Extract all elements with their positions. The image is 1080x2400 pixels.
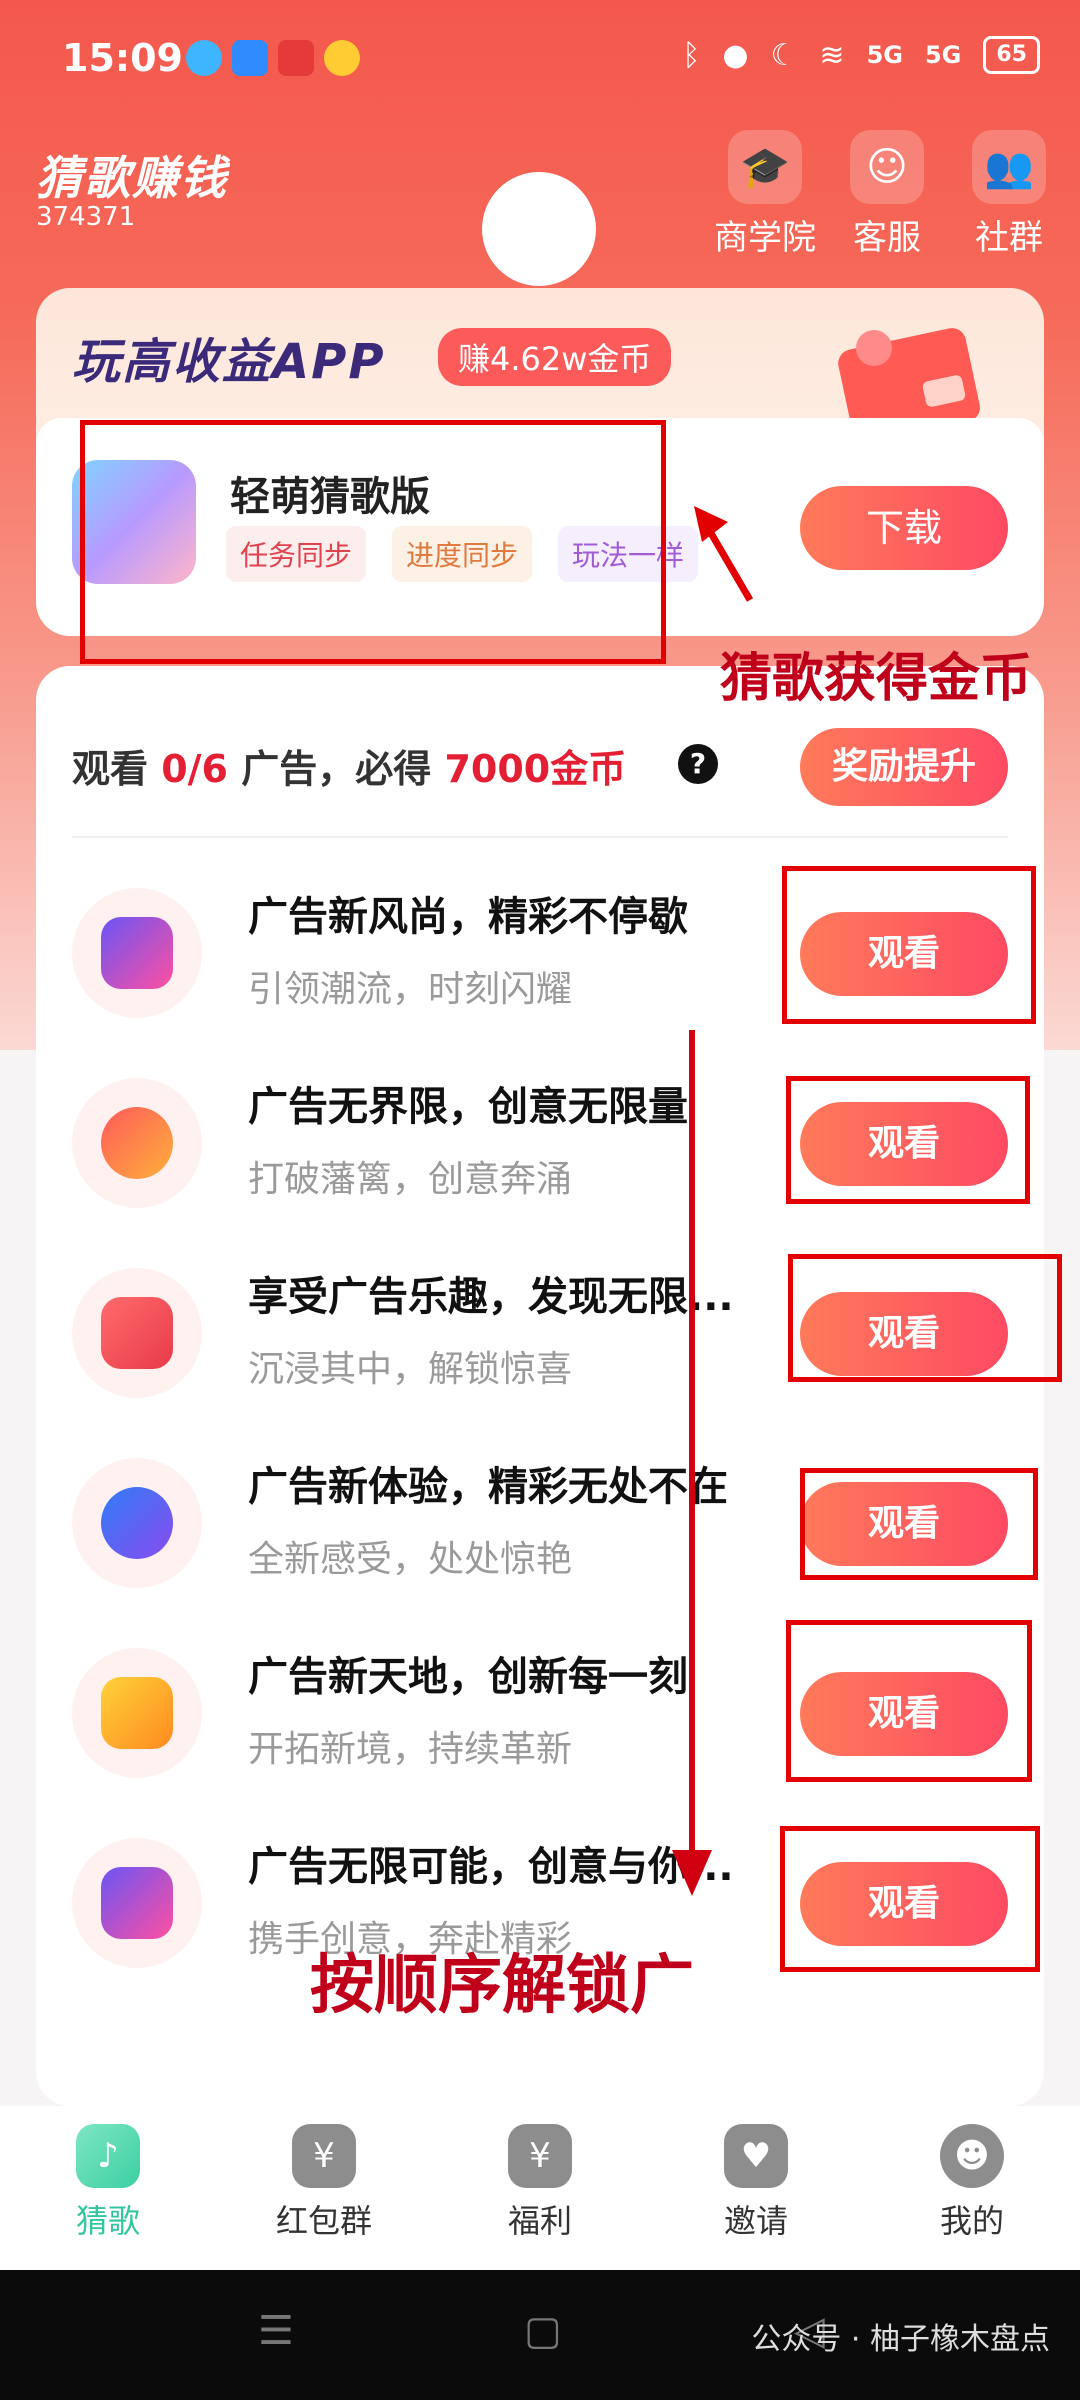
user-id: 374371: [36, 202, 136, 232]
status-bar: 15:09 ᛒ ● ☾ ≋ 5G 5G 65: [0, 0, 1080, 120]
annotation-arrow-promo: [694, 506, 754, 602]
task-reward: 7000金币: [444, 747, 627, 791]
academy-label: 商学院: [714, 218, 816, 258]
annotation-text-order: 按顺序解锁广: [310, 1949, 694, 2023]
help-icon[interactable]: ?: [678, 744, 718, 784]
money-bag-icon: ¥: [508, 2124, 572, 2188]
task-header: 观看 0/6 广告，必得 7000金币: [72, 738, 626, 793]
ad-task-title: 享受广告乐趣，发现无限...: [248, 1274, 734, 1320]
nav-item-invite[interactable]: ♥ 邀请: [648, 2106, 864, 2270]
ad-icon-wrap: [72, 1078, 202, 1208]
community-label: 社群: [975, 218, 1043, 258]
app-title: 猜歌赚钱: [36, 151, 228, 205]
play-icon: [101, 917, 173, 989]
community-button[interactable]: 👥 社群: [944, 130, 1074, 259]
ad-task-subtitle: 开拓新境，持续革新: [248, 1729, 573, 1770]
chart-icon: [101, 1677, 173, 1749]
profile-icon: ☻: [940, 2124, 1004, 2188]
signal-icon-2: 5G: [924, 41, 962, 69]
ad-icon-wrap: [72, 1838, 202, 1968]
annotation-box-watch: [782, 866, 1036, 1024]
ad-task-subtitle: 沉浸其中，解锁惊喜: [248, 1349, 573, 1390]
music-note-icon: ♪: [76, 2124, 140, 2188]
notification-icon-2: [232, 40, 268, 76]
system-nav-bar: ☰ ▢ ◁ 公众号 · 柚子橡木盘点: [0, 2270, 1080, 2400]
annotation-text-promo: 猜歌获得金币: [720, 649, 1033, 709]
home-key-icon[interactable]: ▢: [524, 2308, 562, 2354]
ad-icon-wrap: [72, 888, 202, 1018]
annotation-box-watch: [786, 1076, 1030, 1204]
bluetooth-icon: ᛒ: [682, 37, 701, 73]
menu-key-icon[interactable]: ☰: [258, 2308, 294, 2354]
avatar[interactable]: [482, 172, 596, 286]
ad-task-title: 广告无界限，创意无限量: [248, 1084, 688, 1130]
wifi-icon: ≋: [819, 37, 845, 73]
nav-label: 福利: [507, 2202, 572, 2240]
support-button[interactable]: ☺ 客服: [822, 130, 952, 259]
annotation-box-watch: [800, 1468, 1038, 1580]
lightning-icon: [101, 1107, 173, 1179]
invite-icon: ♥: [724, 2124, 788, 2188]
status-time: 15:09: [62, 36, 183, 80]
support-label: 客服: [853, 218, 921, 258]
download-button[interactable]: 下载: [800, 486, 1008, 570]
watermark-label: 公众号 · 柚子橡木盘点: [751, 2322, 1050, 2357]
bottom-nav: ♪ 猜歌 ¥ 红包群 ¥ 福利 ♥ 邀请 ☻ 我的: [0, 2106, 1080, 2270]
battery-indicator: 65: [983, 36, 1040, 74]
ad-task-title: 广告新体验，精彩无处不在: [248, 1464, 728, 1510]
annotation-box-watch: [786, 1620, 1032, 1782]
divider: [72, 836, 1008, 838]
signal-icon-1: 5G: [866, 41, 903, 69]
weibo-icon: [324, 40, 360, 76]
nav-label: 猜歌: [75, 2202, 140, 2240]
community-icon: 👥: [972, 130, 1046, 204]
nav-label: 邀请: [723, 2202, 788, 2240]
task-header-mid: 广告，必得: [228, 747, 445, 791]
ad-icon-wrap: [72, 1458, 202, 1588]
location-icon: ●: [722, 37, 749, 73]
support-icon: ☺: [850, 130, 924, 204]
notification-icon-1: [186, 40, 222, 76]
notification-icon-3: [278, 40, 314, 76]
promo-badge: 赚4.62w金币: [438, 328, 672, 386]
academy-button[interactable]: 🎓 商学院: [700, 130, 830, 259]
play-icon: [101, 1867, 173, 1939]
nav-item-welfare[interactable]: ¥ 福利: [432, 2106, 648, 2270]
annotation-box-watch: [788, 1254, 1062, 1382]
annotation-arrow-down: [672, 1030, 712, 1896]
ad-task-title: 广告新风尚，精彩不停歇: [248, 894, 688, 940]
ad-icon-wrap: [72, 1648, 202, 1778]
video-chat-icon: [101, 1297, 173, 1369]
ad-task-subtitle: 打破藩篱，创意奔涌: [248, 1159, 573, 1200]
moon-icon: ☾: [770, 37, 798, 73]
ad-task-title: 广告无限可能，创意与你...: [248, 1844, 734, 1890]
nav-item-guess-song[interactable]: ♪ 猜歌: [0, 2106, 216, 2270]
nav-item-red-packet[interactable]: ¥ 红包群: [216, 2106, 432, 2270]
planet-icon: [101, 1487, 173, 1559]
nav-label: 我的: [939, 2202, 1004, 2240]
academy-icon: 🎓: [728, 130, 802, 204]
reward-boost-button[interactable]: 奖励提升: [800, 728, 1008, 806]
ad-icon-wrap: [72, 1268, 202, 1398]
nav-label: 红包群: [275, 2202, 372, 2240]
status-right-group: ᛒ ● ☾ ≋ 5G 5G 65: [682, 36, 1040, 74]
ad-task-title: 广告新天地，创新每一刻: [248, 1654, 688, 1700]
task-header-prefix: 观看: [72, 747, 162, 791]
nav-item-profile[interactable]: ☻ 我的: [864, 2106, 1080, 2270]
annotation-box-watch: [780, 1826, 1040, 1972]
ad-task-subtitle: 引领潮流，时刻闪耀: [248, 969, 573, 1010]
annotation-box-promo: [80, 420, 666, 664]
task-progress: 0/6: [161, 747, 228, 791]
ad-task-subtitle: 全新感受，处处惊艳: [248, 1539, 573, 1580]
red-packet-icon: ¥: [292, 2124, 356, 2188]
promo-title: 玩高收益APP: [72, 334, 386, 390]
